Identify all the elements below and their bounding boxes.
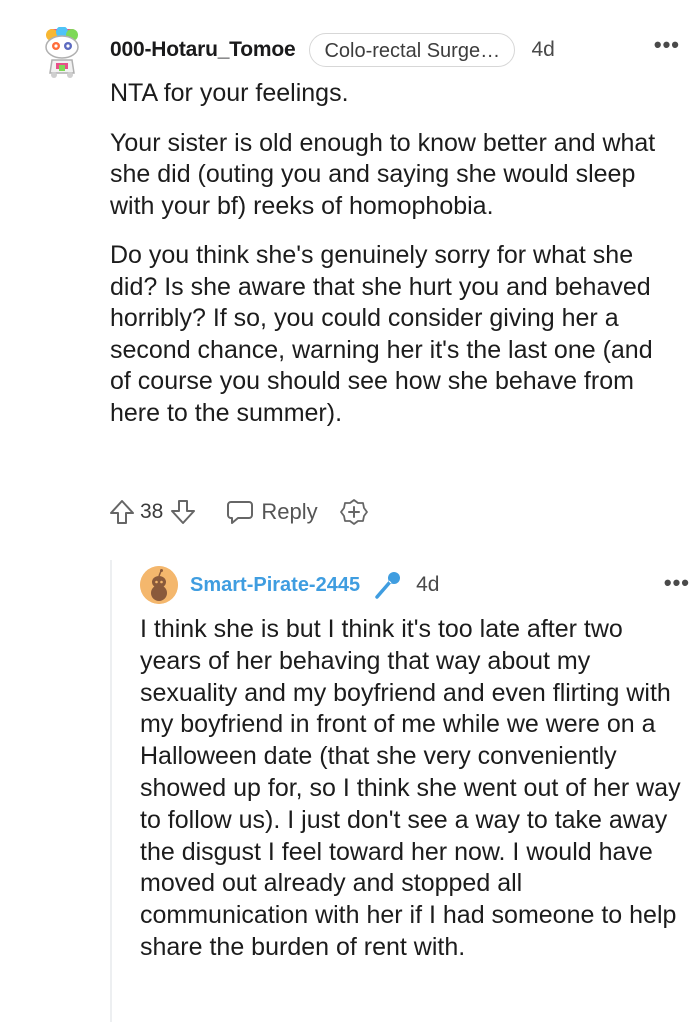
comment-paragraph: Do you think she's genuinely sorry for w… [110,241,653,427]
snoo-avatar-icon[interactable] [40,26,84,79]
comment-timestamp: 4d [531,38,555,61]
reply-body: I think she is but I think it's too late… [140,614,685,964]
reply-text: I think she is but I think it's too late… [140,615,681,961]
upvote-icon[interactable] [108,498,136,526]
reply-button[interactable]: Reply [225,498,318,526]
award-plus-icon[interactable] [339,498,368,526]
reply-label: Reply [261,499,318,524]
user-avatar-icon[interactable] [140,566,178,604]
reply-timestamp: 4d [416,573,440,596]
thread-line[interactable] [110,560,112,1022]
comment-header: 000-Hotaru_Tomoe Colo-rectal Surgeo... 4… [110,32,690,68]
comment-body: NTA for your feelings. Your sister is ol… [110,78,680,447]
comment-paragraph: Your sister is old enough to know better… [110,128,656,220]
reply-header: Smart-Pirate-2445 4d ••• [190,566,690,604]
reply-username[interactable]: Smart-Pirate-2445 [190,574,360,597]
vote-score: 38 [140,500,164,523]
reply-bubble-icon [225,498,254,526]
comment-username[interactable]: 000-Hotaru_Tomoe [110,38,296,62]
user-flair: Colo-rectal Surgeo... [309,33,516,67]
comment-action-bar: 38 Reply [108,494,508,530]
more-options-icon[interactable]: ••• [664,570,690,596]
more-options-icon[interactable]: ••• [654,32,680,58]
downvote-icon[interactable] [169,498,197,526]
comment-paragraph: NTA for your feelings. [110,79,349,107]
microphone-icon [372,570,402,600]
